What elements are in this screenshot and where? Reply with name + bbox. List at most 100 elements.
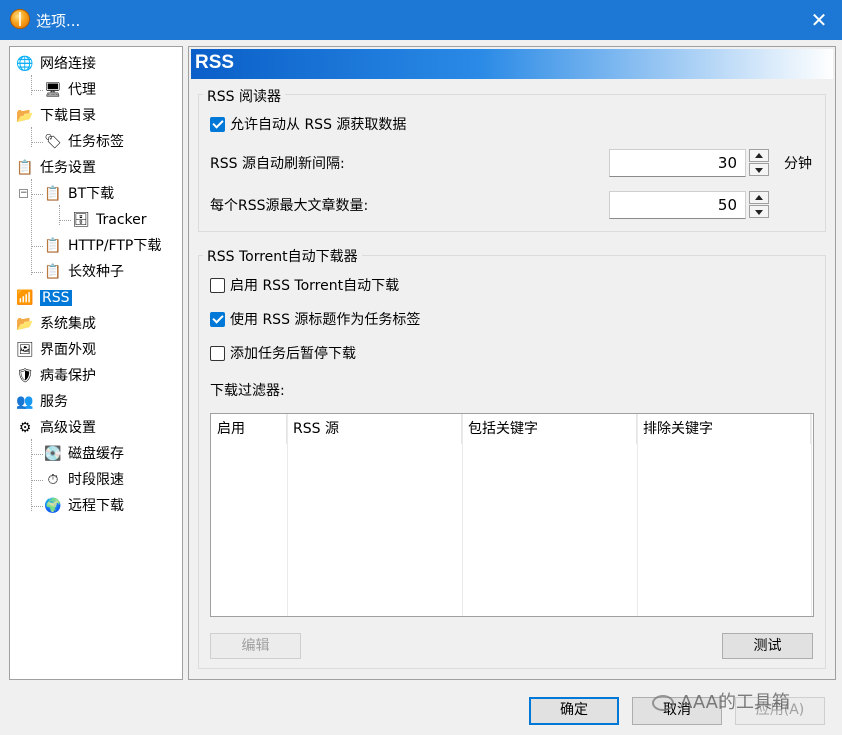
tree-item-label: BT下载 bbox=[68, 186, 115, 202]
app-logo-icon bbox=[10, 9, 30, 29]
tree-item-label: 服务 bbox=[40, 394, 68, 410]
enable-auto-download-check[interactable] bbox=[210, 277, 225, 293]
tree-item-label: 界面外观 bbox=[40, 342, 96, 358]
tree-item-0[interactable]: 🌐 网络连接 bbox=[16, 53, 96, 75]
tree-guide-line bbox=[31, 439, 32, 511]
clipboard-icon: 📋 bbox=[44, 238, 62, 254]
clipboard-icon: 📋 bbox=[44, 264, 62, 280]
wechat-icon bbox=[652, 695, 674, 711]
tree-item-6[interactable]: 🗄 Tracker bbox=[72, 209, 147, 231]
tree-item-13[interactable]: 👥 服务 bbox=[16, 391, 68, 413]
tree-item-12[interactable]: 🛡 病毒保护 bbox=[16, 365, 96, 387]
shield-icon: 🛡 bbox=[16, 368, 34, 384]
panel-header: RSS bbox=[191, 49, 833, 79]
column-header-enable[interactable]: 启用 bbox=[211, 414, 287, 444]
refresh-interval-input[interactable]: 30 bbox=[609, 149, 746, 177]
tree-item-label: HTTP/FTP下载 bbox=[68, 238, 162, 254]
column-header-include-keywords[interactable]: 包括关键字 bbox=[462, 414, 637, 444]
tree-item-1[interactable]: 🖥 代理 bbox=[44, 79, 96, 101]
tree-item-label: 磁盘缓存 bbox=[68, 446, 124, 462]
tree-guide-line bbox=[31, 506, 43, 507]
edit-button[interactable]: 编辑 bbox=[210, 633, 301, 659]
tree-item-17[interactable]: 🌍 远程下载 bbox=[44, 495, 124, 517]
tree-item-4[interactable]: 📋 任务设置 bbox=[16, 157, 96, 179]
panel-title: RSS bbox=[195, 52, 235, 73]
appearance-icon: 🖼 bbox=[16, 342, 34, 358]
tree-item-16[interactable]: ⏱ 时段限速 bbox=[44, 469, 124, 491]
tree-item-7[interactable]: 📋 HTTP/FTP下载 bbox=[44, 235, 161, 257]
tree-item-label: 系统集成 bbox=[40, 316, 96, 332]
tree-guide-line bbox=[59, 205, 60, 225]
max-articles-up-button[interactable] bbox=[749, 191, 769, 204]
enable-auto-download-checkbox[interactable]: 启用 RSS Torrent自动下载 bbox=[210, 277, 399, 295]
allow-auto-fetch-checkbox[interactable]: 允许自动从 RSS 源获取数据 bbox=[210, 116, 406, 134]
tree-item-label: 代理 bbox=[68, 82, 96, 98]
tree-item-label: 远程下载 bbox=[68, 498, 124, 514]
filter-table[interactable]: 启用 RSS 源 包括关键字 排除关键字 bbox=[210, 413, 814, 617]
tree-item-15[interactable]: 💽 磁盘缓存 bbox=[44, 443, 124, 465]
globe-icon: 🌐 bbox=[16, 56, 34, 72]
refresh-interval-down-button[interactable] bbox=[749, 163, 769, 176]
max-articles-down-button[interactable] bbox=[749, 205, 769, 218]
tag-icon: 🏷 bbox=[44, 134, 62, 150]
integration-icon: 📂 bbox=[16, 316, 34, 332]
refresh-interval-unit: 分钟 bbox=[784, 156, 812, 172]
column-header-rss-source[interactable]: RSS 源 bbox=[287, 414, 462, 444]
max-articles-spinner[interactable]: 50 bbox=[609, 191, 769, 219]
max-articles-label: 每个RSS源最大文章数量: bbox=[210, 198, 369, 214]
refresh-interval-label: RSS 源自动刷新间隔: bbox=[210, 156, 345, 172]
allow-auto-fetch-check[interactable] bbox=[210, 116, 225, 132]
tree-item-3[interactable]: 🏷 任务标签 bbox=[44, 131, 124, 153]
tree-item-9[interactable]: 📶 RSS bbox=[16, 287, 72, 309]
ok-button[interactable]: 确定 bbox=[529, 697, 619, 725]
test-button[interactable]: 测试 bbox=[722, 633, 813, 659]
folder-icon: 📂 bbox=[16, 108, 34, 124]
tree-item-label: 任务设置 bbox=[40, 160, 96, 176]
clipboard-icon: 📋 bbox=[44, 186, 62, 202]
tree-guide-line bbox=[31, 272, 43, 273]
advanced-icon: ⚙ bbox=[18, 420, 32, 436]
tree-item-label: Tracker bbox=[96, 212, 147, 228]
tree-guide-line bbox=[31, 194, 43, 195]
close-button[interactable]: ✕ bbox=[796, 0, 842, 40]
use-title-as-tag-check[interactable] bbox=[210, 311, 225, 327]
window-title: 选项... bbox=[36, 12, 81, 30]
remote-globe-icon: 🌍 bbox=[44, 498, 62, 514]
tree-guide-line bbox=[59, 220, 71, 221]
tree-item-14[interactable]: ⚙ 高级设置 bbox=[16, 417, 96, 439]
title-bar: 选项... ✕ bbox=[0, 0, 842, 40]
rss-reader-group-title: RSS 阅读器 bbox=[203, 86, 285, 106]
proxy-icon: 🖥 bbox=[44, 82, 62, 98]
tree-guide-line bbox=[31, 480, 43, 481]
use-title-as-tag-checkbox[interactable]: 使用 RSS 源标题作为任务标签 bbox=[210, 311, 420, 329]
tree-item-label: 高级设置 bbox=[40, 420, 96, 436]
users-icon: 👥 bbox=[16, 394, 34, 410]
pause-after-add-check[interactable] bbox=[210, 345, 225, 361]
tree-item-5[interactable]: 📋 BT下载 bbox=[44, 183, 114, 205]
tree-item-10[interactable]: 📂 系统集成 bbox=[16, 313, 96, 335]
tree-guide-line bbox=[31, 127, 32, 147]
tree-item-label: 任务标签 bbox=[68, 134, 124, 150]
tree-item-8[interactable]: 📋 长效种子 bbox=[44, 261, 124, 283]
column-header-exclude-keywords[interactable]: 排除关键字 bbox=[637, 414, 811, 444]
rss-icon: 📶 bbox=[16, 290, 34, 306]
tree-item-label: 下载目录 bbox=[40, 108, 96, 124]
tree-item-2[interactable]: 📂 下载目录 bbox=[16, 105, 96, 127]
tree-guide-line bbox=[31, 75, 32, 95]
options-tree[interactable]: − 🌐 网络连接 🖥 代理 📂 下载目录 🏷 任务标签 📋 任务设置 📋 BT下载 🗄 Tracker 📋 HT… bbox=[9, 46, 183, 680]
rss-downloader-group-title: RSS Torrent自动下载器 bbox=[203, 246, 362, 266]
tree-item-label: 时段限速 bbox=[68, 472, 124, 488]
dialog-client: − 🌐 网络连接 🖥 代理 📂 下载目录 🏷 任务标签 📋 任务设置 📋 BT下载 🗄 Tracker 📋 HT… bbox=[1, 40, 841, 734]
tree-item-11[interactable]: 🖼 界面外观 bbox=[16, 339, 96, 361]
tree-guide-line bbox=[31, 454, 43, 455]
max-articles-input[interactable]: 50 bbox=[609, 191, 746, 219]
watermark-text: AAA的工具箱 bbox=[680, 692, 790, 713]
tree-guide-line bbox=[31, 246, 43, 247]
refresh-interval-up-button[interactable] bbox=[749, 149, 769, 162]
clipboard-icon: 📋 bbox=[16, 160, 34, 176]
refresh-interval-spinner[interactable]: 30 bbox=[609, 149, 769, 177]
allow-auto-fetch-label: 允许自动从 RSS 源获取数据 bbox=[230, 117, 407, 133]
pause-after-add-checkbox[interactable]: 添加任务后暂停下载 bbox=[210, 345, 356, 363]
tree-collapse-toggle[interactable]: − bbox=[19, 189, 28, 198]
tree-guide-line bbox=[31, 90, 43, 91]
